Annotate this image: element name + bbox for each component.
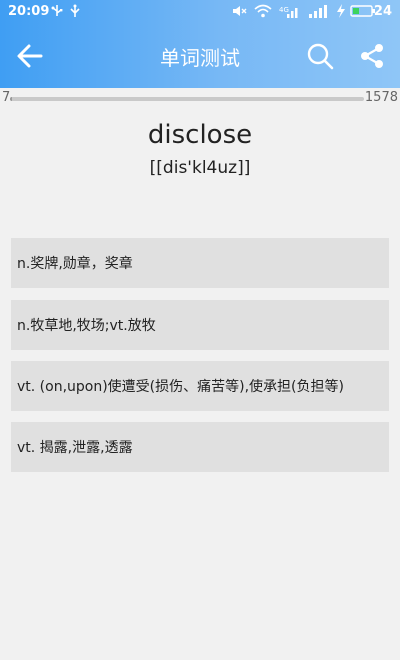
- signal-icon: [309, 5, 327, 18]
- search-icon: [307, 43, 334, 70]
- nav-bar: 单词测试: [0, 24, 400, 88]
- wifi-icon: [254, 4, 272, 18]
- answer-option-2[interactable]: n.牧草地,牧场;vt.放牧: [11, 300, 389, 350]
- progress-bar: 7 1578: [0, 88, 400, 110]
- answer-option-3[interactable]: vt. (on,upon)使遭受(损伤、痛苦等),使承担(负担等): [11, 361, 389, 411]
- battery-level: 24: [373, 4, 392, 19]
- search-button[interactable]: [298, 34, 342, 78]
- progress-fill: [10, 97, 12, 101]
- status-bar: 20:09 4G 24: [0, 0, 400, 24]
- progress-total: 1578: [364, 90, 398, 105]
- back-button[interactable]: [8, 34, 52, 78]
- share-icon: [361, 44, 383, 68]
- signal-4g-icon: 4G: [279, 6, 298, 18]
- progress-track[interactable]: [10, 97, 364, 101]
- battery-icon: [350, 5, 375, 17]
- charging-icon: [337, 4, 345, 18]
- svg-text:4G: 4G: [279, 6, 289, 14]
- arrow-left-icon: [17, 44, 43, 68]
- answer-option-4[interactable]: vt. 揭露,泄露,透露: [11, 422, 389, 472]
- question-word: disclose: [147, 120, 253, 150]
- share-button[interactable]: [350, 34, 394, 78]
- usb-icon: [51, 5, 63, 16]
- header-bar: 20:09 4G 24 单词测试: [0, 0, 400, 88]
- status-time: 20:09: [8, 4, 50, 19]
- question-phonetic: [[dis'kl4uz]]: [149, 158, 251, 178]
- answer-option-1[interactable]: n.奖牌,勋章，奖章: [11, 238, 389, 288]
- usb-debug-icon: [70, 4, 80, 17]
- mute-icon: [233, 6, 247, 16]
- progress-current: 7: [2, 90, 11, 105]
